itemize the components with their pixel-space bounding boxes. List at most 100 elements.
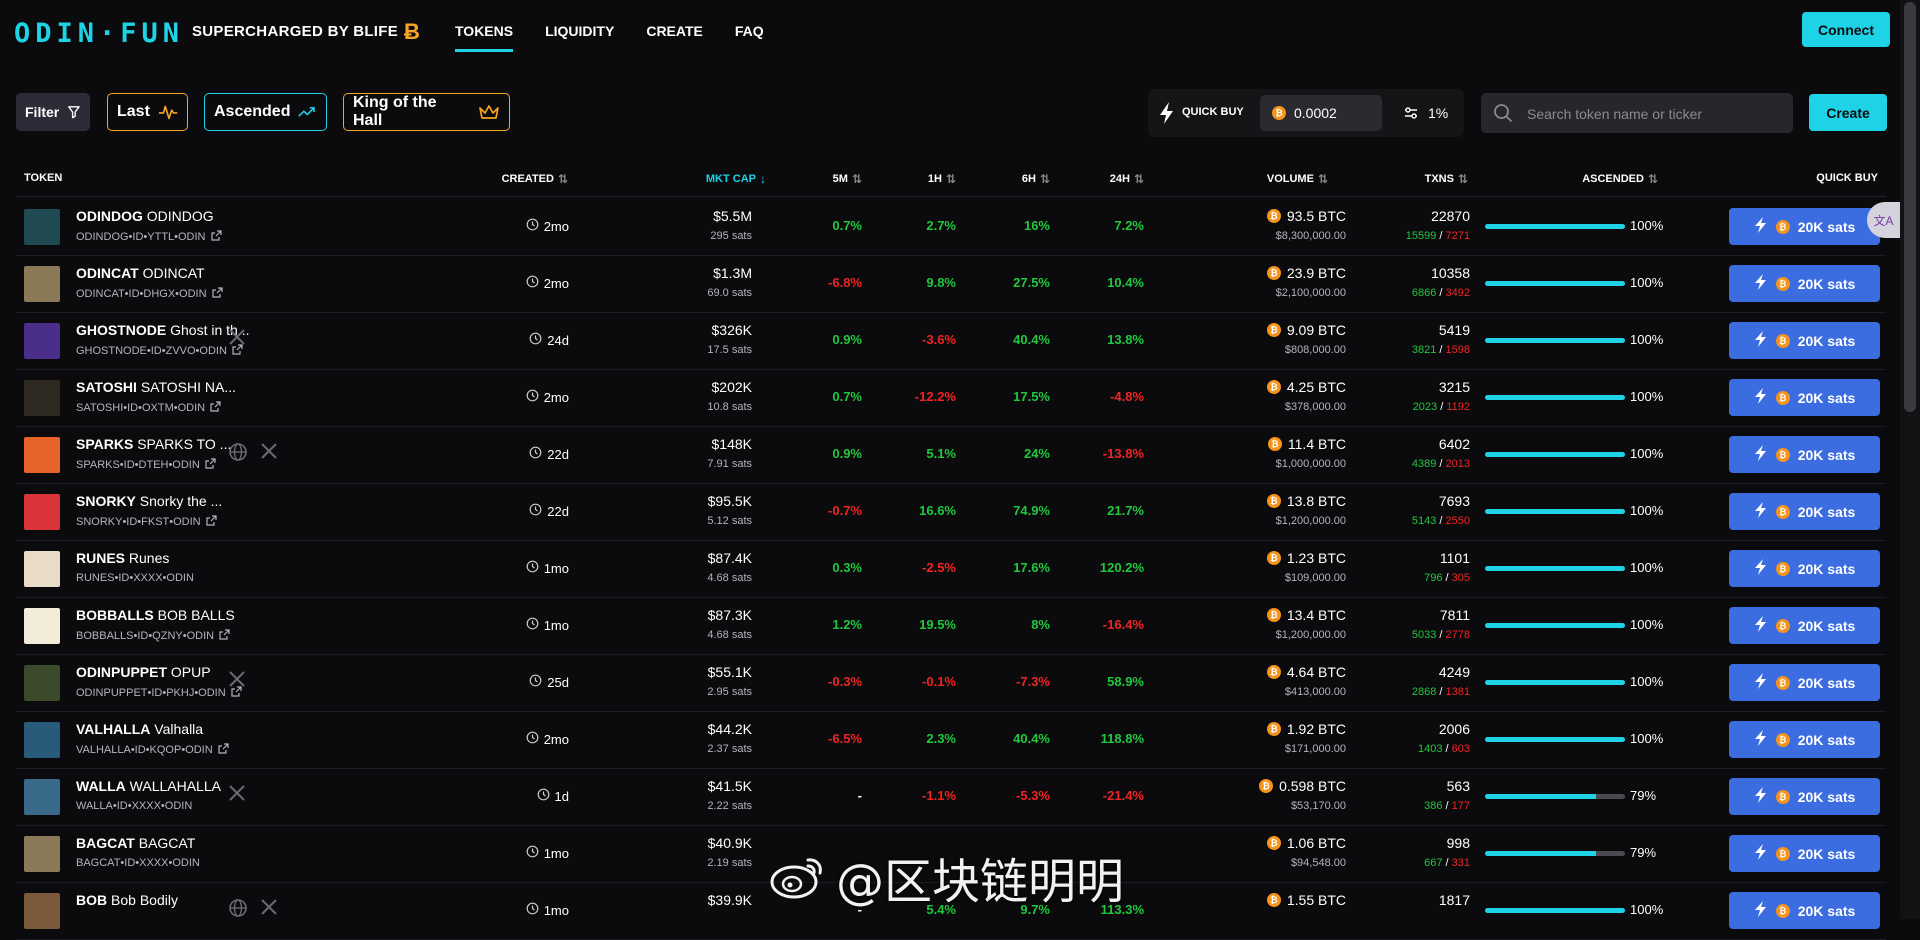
col-mkt-cap[interactable]: MKT CAP ↓ — [656, 172, 766, 186]
token-avatar[interactable] — [24, 893, 60, 929]
change-h1: -2.5% — [922, 560, 956, 575]
x-twitter-icon[interactable] — [228, 328, 246, 351]
external-link-icon[interactable] — [206, 515, 217, 529]
token-avatar[interactable] — [24, 209, 60, 245]
nav-link-liquidity[interactable]: LIQUIDITY — [545, 23, 614, 52]
table-row[interactable]: SATOSHI SATOSHI NA... SATOSHI•ID•OXTM•ODI… — [16, 369, 1886, 427]
bitcoin-icon: ₿ — [1266, 551, 1281, 565]
col-5m[interactable]: 5M ⇅ — [776, 172, 862, 186]
token-ticker: WALLA — [76, 778, 126, 794]
token-avatar[interactable] — [24, 608, 60, 644]
quick-buy-button[interactable]: ₿ 20K sats — [1729, 322, 1880, 359]
token-avatar[interactable] — [24, 836, 60, 872]
quick-buy-button[interactable]: ₿ 20K sats — [1729, 265, 1880, 302]
token-avatar[interactable] — [24, 665, 60, 701]
external-link-icon[interactable] — [218, 743, 229, 757]
col-ascended[interactable]: ASCENDED ⇅ — [1546, 172, 1658, 186]
token-avatar[interactable] — [24, 437, 60, 473]
ascended-progress-bar — [1485, 908, 1625, 913]
quick-buy-button[interactable]: ₿ 20K sats — [1729, 835, 1880, 872]
website-globe-icon[interactable] — [228, 442, 248, 467]
quick-buy-button[interactable]: ₿ 20K sats — [1729, 379, 1880, 416]
ascended-progress-fill — [1485, 680, 1625, 685]
table-row[interactable]: ODINDOG ODINDOG ODINDOG•ID•YTTL•ODIN 2mo $5… — [16, 198, 1886, 256]
quick-buy-button[interactable]: ₿ 20K sats — [1729, 208, 1880, 245]
quick-buy-amount-input[interactable]: ₿ 0.0002 — [1260, 95, 1382, 131]
token-name[interactable]: SATOSHI SATOSHI NA... — [76, 379, 266, 395]
token-avatar[interactable] — [24, 266, 60, 302]
token-name[interactable]: SNORKY Snorky the ... — [76, 493, 266, 509]
token-avatar[interactable] — [24, 380, 60, 416]
create-button[interactable]: Create — [1809, 94, 1887, 131]
price-sats: 2.22 sats — [707, 800, 752, 812]
external-link-icon[interactable] — [210, 401, 221, 415]
connect-button[interactable]: Connect — [1802, 12, 1890, 47]
x-twitter-icon[interactable] — [228, 784, 246, 807]
scrollbar-thumb[interactable] — [1904, 2, 1916, 412]
clock-icon — [526, 275, 539, 291]
table-row[interactable]: BOBBALLS BOB BALLS BOBBALLS•ID•QZNY•ODIN 1… — [16, 597, 1886, 655]
nav-link-create[interactable]: CREATE — [646, 23, 703, 52]
volume-btc: 23.9 BTC — [1286, 265, 1346, 281]
x-twitter-icon[interactable] — [228, 670, 246, 693]
x-twitter-icon[interactable] — [260, 442, 278, 465]
table-row[interactable]: GHOSTNODE Ghost in th... GHOSTNODE•ID•ZVV… — [16, 312, 1886, 370]
nav-link-faq[interactable]: FAQ — [735, 23, 764, 52]
table-row[interactable]: VALHALLA Valhalla VALHALLA•ID•KQOP•ODIN 2m… — [16, 711, 1886, 769]
col-24h[interactable]: 24H ⇅ — [1056, 172, 1144, 186]
token-name[interactable]: VALHALLA Valhalla — [76, 721, 266, 737]
txns-breakdown: 667 / 331 — [1356, 857, 1470, 869]
external-link-icon[interactable] — [205, 458, 216, 472]
external-link-icon[interactable] — [210, 230, 222, 244]
nav-link-tokens[interactable]: TOKENS — [455, 23, 514, 52]
token-avatar[interactable] — [24, 551, 60, 587]
bolt-icon — [1160, 102, 1173, 124]
quick-buy-button[interactable]: ₿ 20K sats — [1729, 493, 1880, 530]
ascended-filter-button[interactable]: Ascended — [204, 93, 327, 131]
table-row[interactable]: RUNES Runes RUNES•ID•XXXX•ODIN 1mo $87.4K 4.… — [16, 540, 1886, 598]
quick-buy-button[interactable]: ₿ 20K sats — [1729, 664, 1880, 701]
last-filter-button[interactable]: Last — [107, 93, 188, 131]
external-link-icon[interactable] — [219, 629, 230, 643]
col-6h[interactable]: 6H ⇅ — [966, 172, 1050, 186]
translate-side-tab[interactable]: 文A — [1867, 202, 1900, 238]
txns-buys: 1403 — [1417, 743, 1443, 755]
table-row[interactable]: SPARKS SPARKS TO ... SPARKS•ID•DTEH•ODIN 2… — [16, 426, 1886, 484]
slippage-button[interactable]: 1% — [1394, 95, 1456, 131]
col-volume[interactable]: VOLUME ⇅ — [1216, 172, 1328, 186]
quick-buy-button[interactable]: ₿ 20K sats — [1729, 436, 1880, 473]
table-row[interactable]: WALLA WALLAHALLA WALLA•ID•XXXX•ODIN 1d $41.… — [16, 768, 1886, 826]
token-avatar[interactable] — [24, 494, 60, 530]
token-name[interactable]: RUNES Runes — [76, 550, 266, 566]
table-row[interactable]: ODINCAT ODINCAT ODINCAT•ID•DHGX•ODIN 2mo $1… — [16, 255, 1886, 313]
quick-buy-button[interactable]: ₿ 20K sats — [1729, 778, 1880, 815]
logo[interactable]: ODIN·FUN — [14, 18, 184, 49]
quick-buy-button[interactable]: ₿ 20K sats — [1729, 550, 1880, 587]
volume: ₿ 9.09 BTC — [1166, 322, 1346, 338]
txns-separator: / — [1442, 857, 1452, 869]
token-avatar[interactable] — [24, 722, 60, 758]
token-name[interactable]: BAGCAT BAGCAT — [76, 835, 266, 851]
market-cap: $87.3K — [707, 607, 752, 623]
txns-buys: 4389 — [1411, 458, 1437, 470]
quick-buy-button[interactable]: ₿ 20K sats — [1729, 607, 1880, 644]
quick-buy-button[interactable]: ₿ 20K sats — [1729, 721, 1880, 758]
table-row[interactable]: SNORKY Snorky the ... SNORKY•ID•FKST•ODIN… — [16, 483, 1886, 541]
king-of-the-hall-button[interactable]: King of the Hall — [343, 93, 510, 131]
col-created[interactable]: CREATED ⇅ — [476, 172, 568, 186]
token-avatar[interactable] — [24, 779, 60, 815]
token-name[interactable]: ODINCAT ODINCAT — [76, 265, 266, 281]
sliders-icon — [1405, 107, 1417, 119]
table-row[interactable]: ODINPUPPET OPUP ODINPUPPET•ID•PKHJ•ODIN 25… — [16, 654, 1886, 712]
external-link-icon[interactable] — [211, 287, 223, 301]
filter-button[interactable]: Filter — [16, 93, 90, 131]
col-1h[interactable]: 1H ⇅ — [876, 172, 956, 186]
token-name[interactable]: BOBBALLS BOB BALLS — [76, 607, 266, 623]
x-twitter-icon[interactable] — [260, 898, 278, 921]
website-globe-icon[interactable] — [228, 898, 248, 923]
col-txns[interactable]: TXNS ⇅ — [1356, 172, 1468, 186]
search-input[interactable] — [1525, 93, 1789, 135]
token-name[interactable]: ODINDOG ODINDOG — [76, 208, 266, 224]
token-avatar[interactable] — [24, 323, 60, 359]
quick-buy-button[interactable]: ₿ 20K sats — [1729, 892, 1880, 929]
